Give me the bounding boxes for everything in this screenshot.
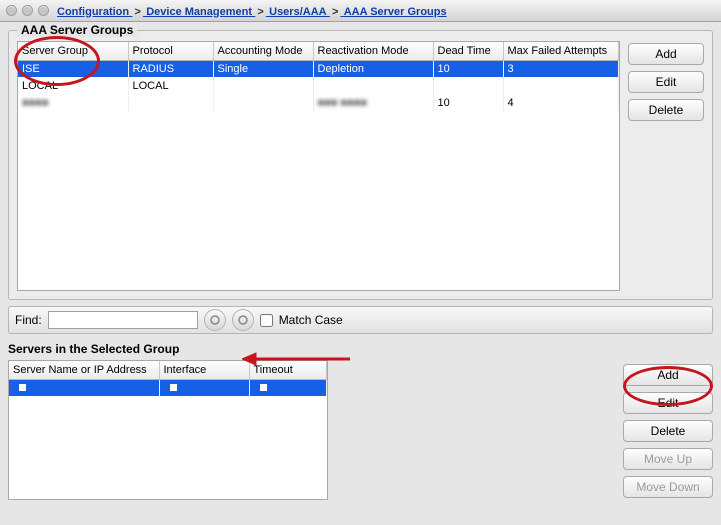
find-input[interactable]	[48, 311, 198, 329]
col-server-name[interactable]: Server Name or IP Address	[9, 361, 159, 379]
servers-table[interactable]: Server Name or IP Address Interface Time…	[8, 360, 328, 500]
close-icon[interactable]	[6, 5, 17, 16]
col-dead-time[interactable]: Dead Time	[433, 42, 503, 60]
table-row[interactable]	[9, 379, 327, 396]
servers-move-down-button[interactable]: Move Down	[623, 476, 713, 498]
find-bar: Find: Match Case	[8, 306, 713, 334]
col-accounting-mode[interactable]: Accounting Mode	[213, 42, 313, 60]
minimize-icon[interactable]	[22, 5, 33, 16]
col-reactivation-mode[interactable]: Reactivation Mode	[313, 42, 433, 60]
table-row[interactable]: LOCALLOCAL	[18, 77, 619, 94]
servers-section: Servers in the Selected Group Server Nam…	[8, 342, 713, 500]
servers-move-up-button[interactable]: Move Up	[623, 448, 713, 470]
find-label: Find:	[15, 313, 42, 327]
find-prev-icon[interactable]	[204, 309, 226, 331]
servers-section-title: Servers in the Selected Group	[8, 342, 179, 356]
match-case-checkbox[interactable]	[260, 314, 273, 327]
groups-edit-button[interactable]: Edit	[628, 71, 704, 93]
crumb-device-management[interactable]: Device Management	[146, 6, 252, 18]
groups-delete-button[interactable]: Delete	[628, 99, 704, 121]
table-header-row: Server Name or IP Address Interface Time…	[9, 361, 327, 379]
crumb-aaa-server-groups[interactable]: AAA Server Groups	[344, 6, 447, 18]
servers-add-button[interactable]: Add	[623, 364, 713, 386]
col-server-group[interactable]: Server Group	[18, 42, 128, 60]
table-row[interactable]: ■■■■■■■ ■■■■104	[18, 94, 619, 111]
table-header-row: Server Group Protocol Accounting Mode Re…	[18, 42, 619, 60]
col-timeout[interactable]: Timeout	[249, 361, 327, 379]
col-interface[interactable]: Interface	[159, 361, 249, 379]
breadcrumb: Configuration > Device Management > User…	[57, 4, 721, 18]
match-case-label: Match Case	[279, 313, 343, 327]
zoom-icon[interactable]	[38, 5, 49, 16]
col-max-failed[interactable]: Max Failed Attempts	[503, 42, 619, 60]
aaa-server-groups-group: AAA Server Groups Server Group Protocol …	[8, 30, 713, 300]
table-row[interactable]: ISERADIUSSingleDepletion103	[18, 60, 619, 77]
servers-delete-button[interactable]: Delete	[623, 420, 713, 442]
find-next-icon[interactable]	[232, 309, 254, 331]
groups-button-column: Add Edit Delete	[628, 41, 704, 291]
groups-add-button[interactable]: Add	[628, 43, 704, 65]
servers-edit-button[interactable]: Edit	[623, 392, 713, 414]
groupbox-title: AAA Server Groups	[17, 23, 137, 37]
window-controls	[6, 5, 57, 16]
crumb-users-aaa[interactable]: Users/AAA	[269, 6, 326, 18]
col-protocol[interactable]: Protocol	[128, 42, 213, 60]
groups-table[interactable]: Server Group Protocol Accounting Mode Re…	[17, 41, 620, 291]
crumb-configuration[interactable]: Configuration	[57, 6, 129, 18]
titlebar: Configuration > Device Management > User…	[0, 0, 721, 22]
servers-button-column: Add Edit Delete Move Up Move Down	[623, 360, 713, 500]
